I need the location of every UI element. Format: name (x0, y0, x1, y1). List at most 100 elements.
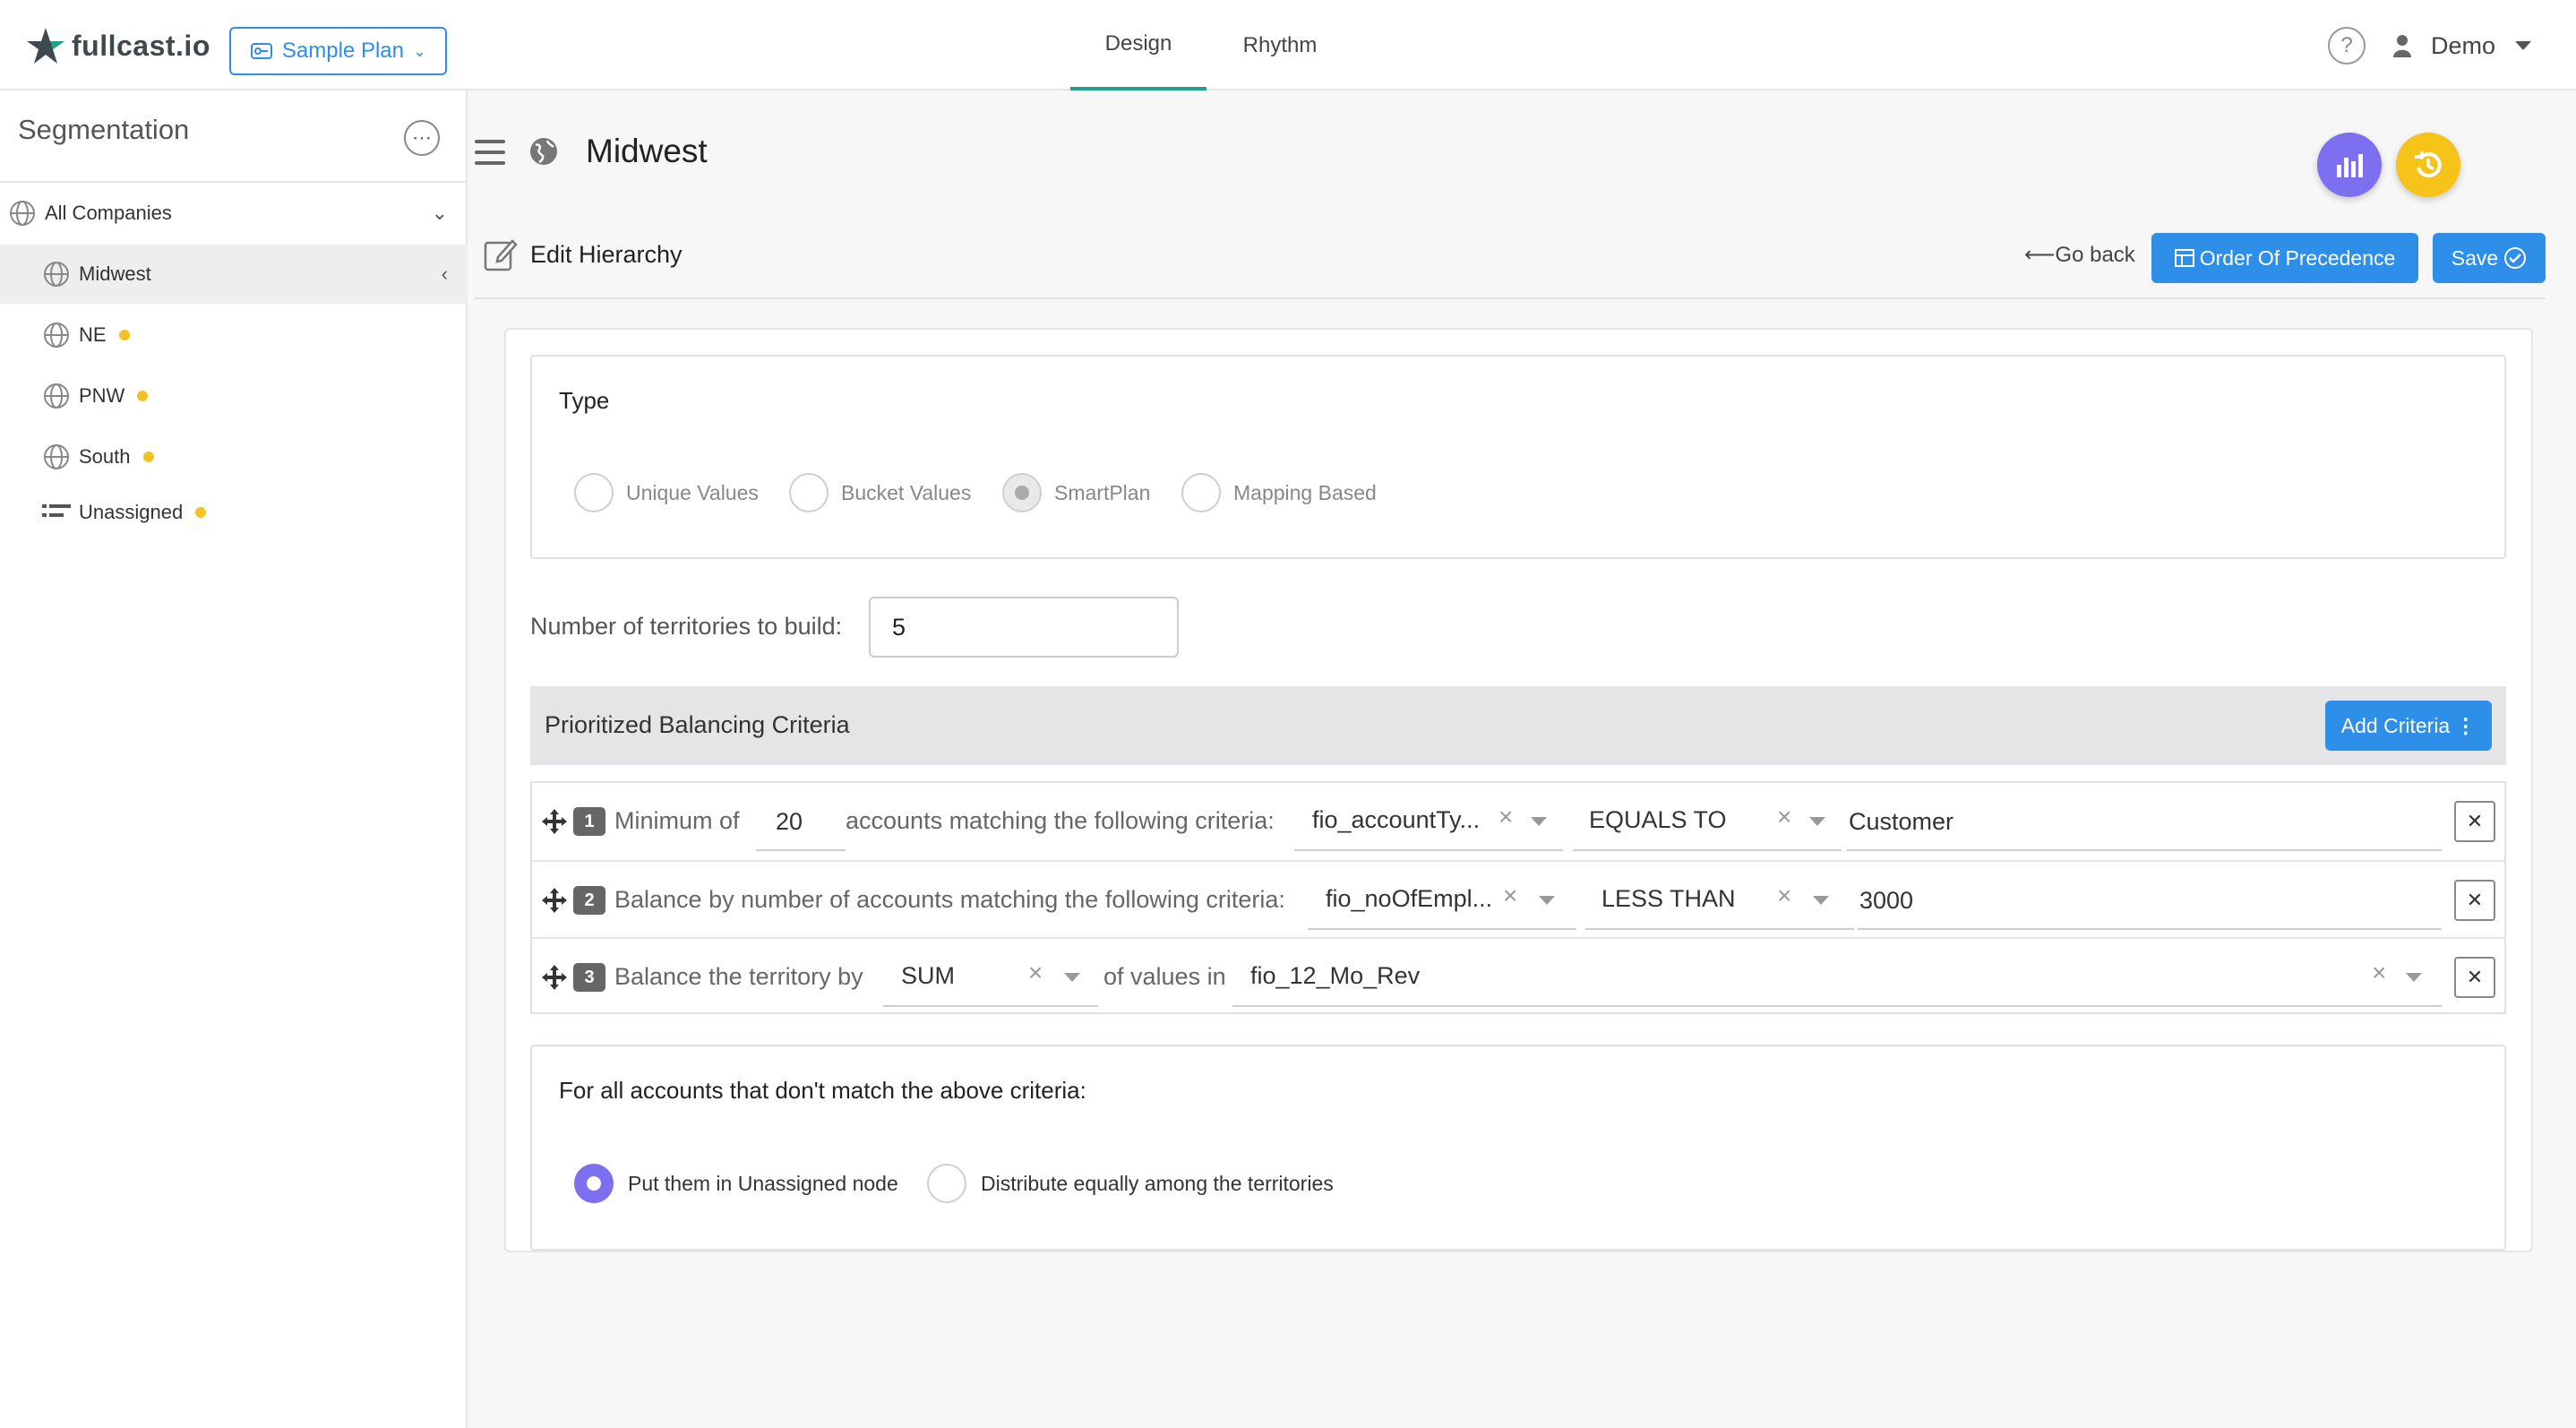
sidebar-item-unassigned[interactable]: Unassigned (0, 483, 468, 542)
radio-button[interactable] (574, 473, 614, 512)
territories-count-input[interactable]: 5 (869, 597, 1179, 658)
tab-design[interactable]: Design (1070, 0, 1206, 90)
status-dot (195, 507, 207, 518)
clear-icon[interactable]: × (1503, 882, 1517, 910)
field-select-value: fio_12_Mo_Rev (1250, 962, 1421, 989)
criteria-number-badge: 2 (573, 886, 605, 915)
criteria-number-badge: 1 (573, 807, 605, 836)
aggregation-select[interactable]: SUM × (883, 950, 1098, 1007)
radio-button[interactable] (1181, 473, 1221, 512)
radio-unique-values[interactable]: Unique Values (574, 473, 759, 512)
operator-select-value: LESS THAN (1601, 885, 1736, 912)
analytics-button[interactable] (2317, 133, 2382, 197)
criteria-value-input[interactable]: Customer (1847, 794, 2442, 851)
plan-label: Sample Plan (281, 39, 404, 63)
tree-root-label: All Companies (45, 202, 172, 224)
operator-select[interactable]: LESS THAN × (1585, 873, 1854, 930)
check-circle-icon (2504, 247, 2527, 269)
criteria-value-input[interactable]: 3000 (1858, 873, 2442, 930)
plan-selector-button[interactable]: Sample Plan ⌄ (229, 27, 447, 75)
save-label: Save (2451, 245, 2499, 270)
delete-criteria-button[interactable]: ✕ (2454, 957, 2495, 998)
edit-hierarchy-label: Edit Hierarchy (530, 240, 683, 268)
drag-handle-icon[interactable] (541, 808, 568, 835)
sidebar-item-label: PNW (79, 384, 125, 407)
radio-button-selected[interactable] (574, 1164, 614, 1203)
field-select[interactable]: fio_noOfEmpl... × (1308, 873, 1576, 930)
radio-smartplan[interactable]: SmartPlan (1002, 473, 1150, 512)
clear-icon[interactable]: × (1028, 959, 1043, 987)
criteria-row-3: 3 Balance the territory by SUM × of valu… (532, 937, 2504, 1014)
order-label: Order Of Precedence (2199, 245, 2396, 270)
caret-down-icon[interactable] (1531, 817, 1547, 826)
vertical-dots-icon: ⋮ (2455, 713, 2477, 737)
tree-root-all-companies[interactable]: All Companies ⌄ (0, 184, 468, 243)
type-section (530, 355, 2506, 559)
clear-icon[interactable]: × (1777, 882, 1791, 910)
globe-filled-icon (528, 136, 559, 171)
hamburger-menu-icon[interactable] (475, 140, 505, 165)
radio-button[interactable] (789, 473, 829, 512)
more-options-icon[interactable]: ⋯ (404, 120, 440, 156)
drag-handle-icon[interactable] (541, 964, 568, 991)
fallback-section (530, 1045, 2506, 1251)
operator-select-value: EQUALS TO (1589, 806, 1727, 833)
tab-rhythm[interactable]: Rhythm (1220, 0, 1340, 90)
delete-criteria-button[interactable]: ✕ (2454, 880, 2495, 921)
radio-put-in-unassigned[interactable]: Put them in Unassigned node (574, 1163, 898, 1204)
sidebar-item-label: Midwest (79, 262, 151, 285)
drag-handle-icon[interactable] (541, 887, 568, 914)
help-icon[interactable]: ? (2328, 27, 2366, 65)
clear-icon[interactable]: × (1498, 803, 1513, 831)
radio-mapping-based[interactable]: Mapping Based (1181, 473, 1377, 512)
radio-label: Unique Values (626, 480, 759, 504)
radio-distribute-equally[interactable]: Distribute equally among the territories (927, 1163, 1334, 1204)
sidebar-item-pnw[interactable]: PNW (0, 366, 468, 426)
save-button[interactable]: Save (2433, 233, 2546, 283)
field-select-value: fio_noOfEmpl... (1326, 885, 1493, 912)
clear-icon[interactable]: × (2372, 959, 2386, 987)
user-menu[interactable]: Demo (2393, 27, 2532, 65)
delete-criteria-button[interactable]: ✕ (2454, 801, 2495, 842)
radio-label: Distribute equally among the territories (981, 1171, 1334, 1195)
radio-button-selected[interactable] (1002, 473, 1042, 512)
caret-down-icon[interactable] (1809, 817, 1825, 826)
fullcast-logo[interactable]: fullcast.io (25, 23, 210, 68)
user-icon (2393, 35, 2411, 57)
caret-down-icon[interactable] (1064, 973, 1080, 982)
radio-bucket-values[interactable]: Bucket Values (789, 473, 971, 512)
sidebar-item-ne[interactable]: NE (0, 305, 468, 365)
clear-icon[interactable]: × (1777, 803, 1791, 831)
minimum-count-input[interactable]: 20 (756, 794, 846, 851)
criteria-value: 3000 (1859, 887, 1914, 914)
history-icon (2415, 151, 2442, 178)
plan-icon (250, 43, 272, 59)
sidebar-item-south[interactable]: South (0, 427, 468, 486)
add-criteria-button[interactable]: Add Criteria ⋮ (2325, 701, 2492, 751)
chevron-down-icon[interactable]: ⌄ (432, 202, 448, 225)
caret-down-icon[interactable] (1539, 896, 1555, 905)
field-select[interactable]: fio_accountTy... × (1294, 794, 1563, 851)
fallback-title: For all accounts that don't match the ab… (559, 1077, 1086, 1104)
add-criteria-label: Add Criteria (2340, 713, 2451, 737)
radio-label: Mapping Based (1233, 480, 1377, 504)
go-back-link[interactable]: ⟵Go back (2024, 242, 2135, 268)
operator-select[interactable]: EQUALS TO × (1573, 794, 1842, 851)
type-title: Type (559, 387, 610, 414)
field-select[interactable]: fio_12_Mo_Rev × (1232, 950, 2442, 1007)
order-of-precedence-button[interactable]: Order Of Precedence (2151, 233, 2418, 283)
globe-icon (41, 259, 72, 289)
caret-down-icon[interactable] (1813, 896, 1829, 905)
territories-count-value: 5 (892, 613, 906, 641)
chevron-left-icon[interactable]: ‹ (442, 262, 448, 286)
aggregation-select-value: SUM (901, 962, 955, 989)
caret-down-icon[interactable] (2406, 973, 2422, 982)
sidebar-item-midwest[interactable]: Midwest ‹ (0, 245, 468, 304)
go-back-label: Go back (2055, 243, 2135, 267)
history-button[interactable] (2396, 133, 2460, 197)
tab-rhythm-label: Rhythm (1242, 32, 1318, 57)
header-divider (475, 297, 2546, 299)
status-dot (137, 391, 149, 401)
radio-button[interactable] (927, 1164, 966, 1203)
status-dot (118, 330, 130, 340)
